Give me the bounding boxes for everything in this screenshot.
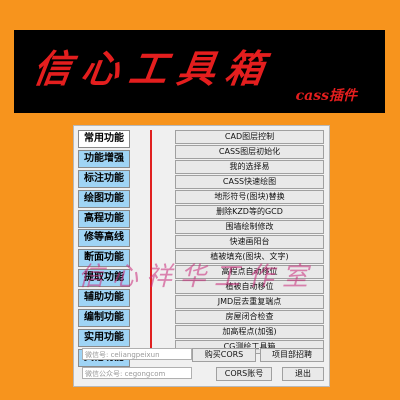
function-button-7[interactable]: 快速画阳台 — [175, 235, 324, 249]
sidebar-item-5[interactable]: 修等高线 — [78, 229, 130, 248]
sidebar-item-3[interactable]: 绘图功能 — [78, 189, 130, 208]
banner-title: 信心工具箱 — [30, 46, 277, 91]
function-button-13[interactable]: 加高程点(加强) — [175, 325, 324, 339]
buy-cors-button[interactable]: 购买CORS — [192, 348, 256, 362]
function-button-5[interactable]: 删除KZD等的GCD — [175, 205, 324, 219]
sidebar-item-10[interactable]: 实用功能 — [78, 328, 130, 347]
wechat-id-field: 微信号: celiangpeixun — [82, 348, 192, 360]
function-button-1[interactable]: CASS图层初始化 — [175, 145, 324, 159]
wechat-public-field: 微信公众号: cegongcom — [82, 367, 192, 379]
sidebar-item-1[interactable]: 功能增强 — [78, 149, 130, 168]
sidebar-item-2[interactable]: 标注功能 — [78, 169, 130, 188]
category-sidebar: 常用功能 功能增强 标注功能 绘图功能 高程功能 修等高线 断面功能 提取功能 辅助功能 编制功能… — [78, 130, 130, 369]
title-banner: 信心工具箱 cass插件 — [14, 30, 385, 113]
function-button-11[interactable]: JMD层去重复端点 — [175, 295, 324, 309]
sidebar-item-4[interactable]: 高程功能 — [78, 209, 130, 228]
exit-button[interactable]: 退出 — [282, 367, 324, 381]
sidebar-item-9[interactable]: 编制功能 — [78, 309, 130, 328]
function-button-4[interactable]: 地形符号(图块)替换 — [175, 190, 324, 204]
banner-subtitle: cass插件 — [295, 88, 357, 104]
cors-account-button[interactable]: CORS账号 — [216, 367, 272, 381]
function-button-6[interactable]: 围墙绘制修改 — [175, 220, 324, 234]
function-list: CAD图层控制 CASS图层初始化 我的选择易 CASS快速绘图 地形符号(图块)替换删… — [175, 130, 324, 355]
red-divider — [150, 130, 152, 353]
function-button-0[interactable]: CAD图层控制 — [175, 130, 324, 144]
function-button-2[interactable]: 我的选择易 — [175, 160, 324, 174]
watermark-text: 信心祥华工作室 — [78, 262, 317, 292]
function-button-12[interactable]: 房屋闭合检查 — [175, 310, 324, 324]
function-button-3[interactable]: CASS快速绘图 — [175, 175, 324, 189]
recruit-button[interactable]: 项目部招聘 — [260, 348, 324, 362]
sidebar-item-0[interactable]: 常用功能 — [78, 130, 130, 148]
